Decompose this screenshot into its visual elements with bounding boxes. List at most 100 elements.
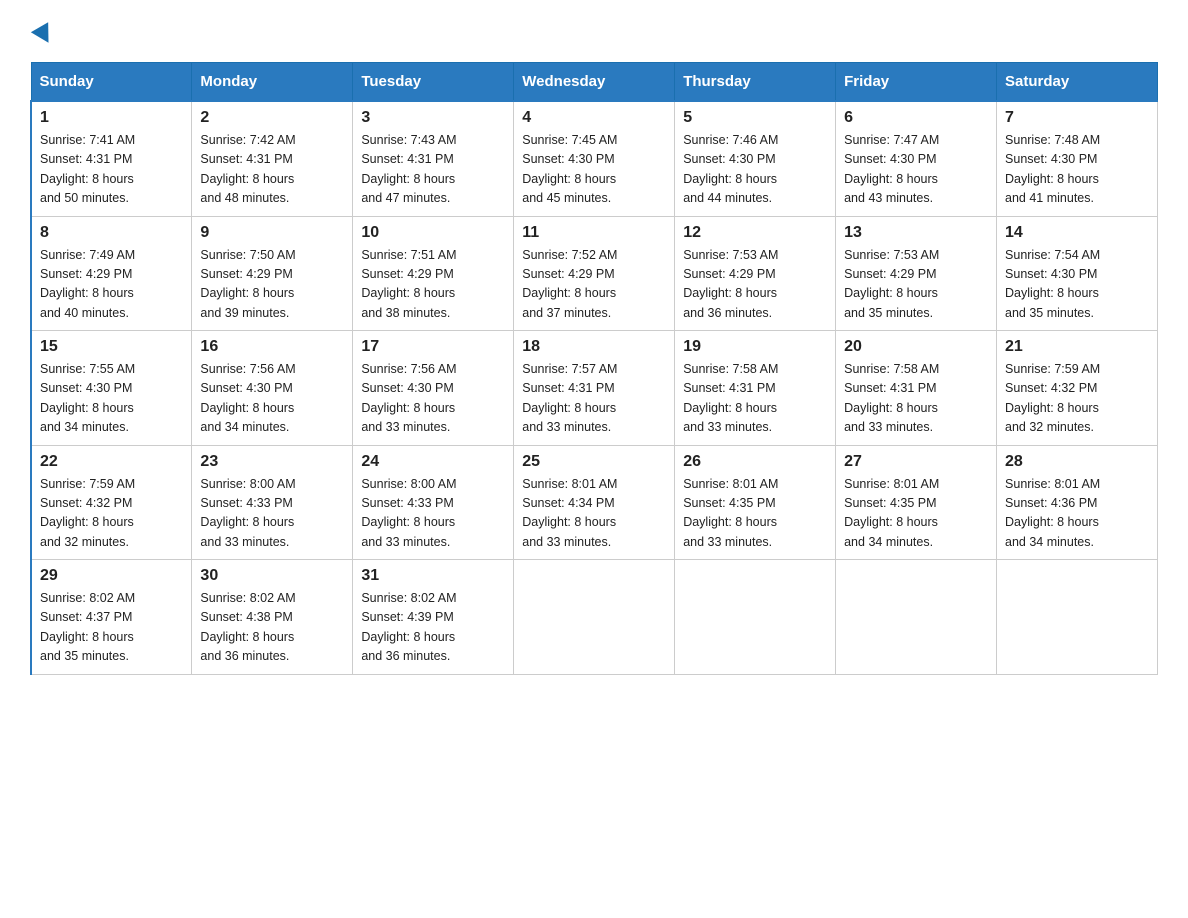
day-number: 26 [683,453,827,471]
day-number: 28 [1005,453,1149,471]
day-info: Sunrise: 7:45 AMSunset: 4:30 PMDaylight:… [522,131,666,209]
day-info: Sunrise: 7:59 AMSunset: 4:32 PMDaylight:… [40,475,183,553]
day-number: 19 [683,338,827,356]
calendar-day-cell: 7 Sunrise: 7:48 AMSunset: 4:30 PMDayligh… [997,101,1158,216]
day-info: Sunrise: 7:56 AMSunset: 4:30 PMDaylight:… [200,360,344,438]
calendar-week-row: 22 Sunrise: 7:59 AMSunset: 4:32 PMDaylig… [31,445,1158,560]
day-info: Sunrise: 7:54 AMSunset: 4:30 PMDaylight:… [1005,246,1149,324]
day-number: 13 [844,224,988,242]
calendar-day-cell: 22 Sunrise: 7:59 AMSunset: 4:32 PMDaylig… [31,445,192,560]
calendar-week-row: 29 Sunrise: 8:02 AMSunset: 4:37 PMDaylig… [31,560,1158,675]
calendar-day-cell: 8 Sunrise: 7:49 AMSunset: 4:29 PMDayligh… [31,216,192,331]
day-number: 23 [200,453,344,471]
day-number: 12 [683,224,827,242]
logo-triangle-icon [31,22,57,48]
calendar-day-cell: 14 Sunrise: 7:54 AMSunset: 4:30 PMDaylig… [997,216,1158,331]
calendar-week-row: 15 Sunrise: 7:55 AMSunset: 4:30 PMDaylig… [31,331,1158,446]
day-info: Sunrise: 7:57 AMSunset: 4:31 PMDaylight:… [522,360,666,438]
day-number: 15 [40,338,183,356]
calendar-day-cell: 12 Sunrise: 7:53 AMSunset: 4:29 PMDaylig… [675,216,836,331]
calendar-day-cell: 21 Sunrise: 7:59 AMSunset: 4:32 PMDaylig… [997,331,1158,446]
day-info: Sunrise: 7:41 AMSunset: 4:31 PMDaylight:… [40,131,183,209]
calendar-day-cell: 23 Sunrise: 8:00 AMSunset: 4:33 PMDaylig… [192,445,353,560]
calendar-day-cell: 5 Sunrise: 7:46 AMSunset: 4:30 PMDayligh… [675,101,836,216]
column-header-tuesday: Tuesday [353,63,514,102]
day-number: 24 [361,453,505,471]
calendar-day-cell: 6 Sunrise: 7:47 AMSunset: 4:30 PMDayligh… [836,101,997,216]
calendar-week-row: 8 Sunrise: 7:49 AMSunset: 4:29 PMDayligh… [31,216,1158,331]
calendar-day-cell [997,560,1158,675]
day-info: Sunrise: 8:01 AMSunset: 4:34 PMDaylight:… [522,475,666,553]
column-header-thursday: Thursday [675,63,836,102]
day-info: Sunrise: 7:52 AMSunset: 4:29 PMDaylight:… [522,246,666,324]
day-number: 2 [200,109,344,127]
day-number: 11 [522,224,666,242]
day-info: Sunrise: 8:00 AMSunset: 4:33 PMDaylight:… [361,475,505,553]
calendar-day-cell: 3 Sunrise: 7:43 AMSunset: 4:31 PMDayligh… [353,101,514,216]
calendar-day-cell: 28 Sunrise: 8:01 AMSunset: 4:36 PMDaylig… [997,445,1158,560]
calendar-week-row: 1 Sunrise: 7:41 AMSunset: 4:31 PMDayligh… [31,101,1158,216]
column-header-saturday: Saturday [997,63,1158,102]
day-number: 18 [522,338,666,356]
calendar-day-cell: 11 Sunrise: 7:52 AMSunset: 4:29 PMDaylig… [514,216,675,331]
day-number: 21 [1005,338,1149,356]
day-number: 30 [200,567,344,585]
calendar-day-cell: 26 Sunrise: 8:01 AMSunset: 4:35 PMDaylig… [675,445,836,560]
day-number: 9 [200,224,344,242]
day-number: 4 [522,109,666,127]
day-info: Sunrise: 7:53 AMSunset: 4:29 PMDaylight:… [683,246,827,324]
day-number: 5 [683,109,827,127]
day-number: 16 [200,338,344,356]
column-header-wednesday: Wednesday [514,63,675,102]
day-number: 31 [361,567,505,585]
page-header [30,20,1158,44]
day-info: Sunrise: 7:46 AMSunset: 4:30 PMDaylight:… [683,131,827,209]
day-info: Sunrise: 7:43 AMSunset: 4:31 PMDaylight:… [361,131,505,209]
logo [30,20,54,44]
calendar-day-cell: 18 Sunrise: 7:57 AMSunset: 4:31 PMDaylig… [514,331,675,446]
calendar-day-cell [514,560,675,675]
day-number: 29 [40,567,183,585]
calendar-day-cell: 20 Sunrise: 7:58 AMSunset: 4:31 PMDaylig… [836,331,997,446]
calendar-header-row: SundayMondayTuesdayWednesdayThursdayFrid… [31,63,1158,102]
day-info: Sunrise: 7:59 AMSunset: 4:32 PMDaylight:… [1005,360,1149,438]
day-number: 1 [40,109,183,127]
calendar-day-cell: 19 Sunrise: 7:58 AMSunset: 4:31 PMDaylig… [675,331,836,446]
column-header-monday: Monday [192,63,353,102]
day-info: Sunrise: 7:56 AMSunset: 4:30 PMDaylight:… [361,360,505,438]
calendar-day-cell [675,560,836,675]
day-number: 14 [1005,224,1149,242]
calendar-day-cell: 9 Sunrise: 7:50 AMSunset: 4:29 PMDayligh… [192,216,353,331]
logo-blue-text [30,26,54,44]
day-number: 25 [522,453,666,471]
calendar-day-cell: 13 Sunrise: 7:53 AMSunset: 4:29 PMDaylig… [836,216,997,331]
day-info: Sunrise: 8:01 AMSunset: 4:35 PMDaylight:… [844,475,988,553]
day-info: Sunrise: 7:47 AMSunset: 4:30 PMDaylight:… [844,131,988,209]
day-number: 3 [361,109,505,127]
calendar-day-cell: 17 Sunrise: 7:56 AMSunset: 4:30 PMDaylig… [353,331,514,446]
day-info: Sunrise: 7:51 AMSunset: 4:29 PMDaylight:… [361,246,505,324]
day-info: Sunrise: 8:02 AMSunset: 4:38 PMDaylight:… [200,589,344,667]
day-info: Sunrise: 7:42 AMSunset: 4:31 PMDaylight:… [200,131,344,209]
calendar-day-cell: 27 Sunrise: 8:01 AMSunset: 4:35 PMDaylig… [836,445,997,560]
calendar-day-cell: 25 Sunrise: 8:01 AMSunset: 4:34 PMDaylig… [514,445,675,560]
calendar-day-cell: 1 Sunrise: 7:41 AMSunset: 4:31 PMDayligh… [31,101,192,216]
calendar-day-cell: 30 Sunrise: 8:02 AMSunset: 4:38 PMDaylig… [192,560,353,675]
day-number: 17 [361,338,505,356]
day-info: Sunrise: 8:01 AMSunset: 4:36 PMDaylight:… [1005,475,1149,553]
day-number: 20 [844,338,988,356]
calendar-day-cell: 15 Sunrise: 7:55 AMSunset: 4:30 PMDaylig… [31,331,192,446]
day-info: Sunrise: 7:53 AMSunset: 4:29 PMDaylight:… [844,246,988,324]
day-number: 6 [844,109,988,127]
calendar-day-cell: 24 Sunrise: 8:00 AMSunset: 4:33 PMDaylig… [353,445,514,560]
day-info: Sunrise: 7:48 AMSunset: 4:30 PMDaylight:… [1005,131,1149,209]
calendar-day-cell: 16 Sunrise: 7:56 AMSunset: 4:30 PMDaylig… [192,331,353,446]
day-info: Sunrise: 7:50 AMSunset: 4:29 PMDaylight:… [200,246,344,324]
day-info: Sunrise: 8:02 AMSunset: 4:37 PMDaylight:… [40,589,183,667]
day-info: Sunrise: 7:58 AMSunset: 4:31 PMDaylight:… [683,360,827,438]
day-number: 10 [361,224,505,242]
calendar-day-cell: 29 Sunrise: 8:02 AMSunset: 4:37 PMDaylig… [31,560,192,675]
column-header-sunday: Sunday [31,63,192,102]
day-info: Sunrise: 7:55 AMSunset: 4:30 PMDaylight:… [40,360,183,438]
day-info: Sunrise: 7:49 AMSunset: 4:29 PMDaylight:… [40,246,183,324]
